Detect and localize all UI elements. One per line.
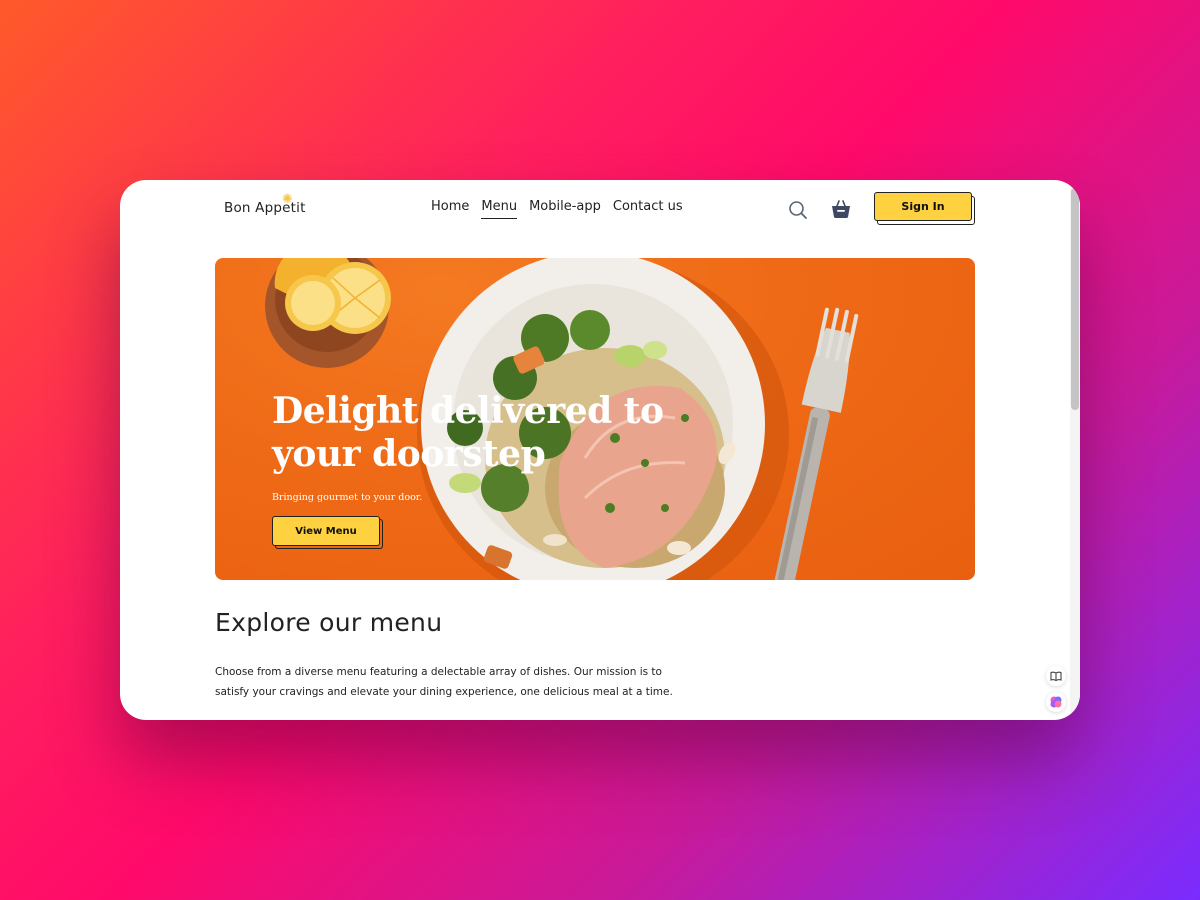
brain-icon[interactable] bbox=[1046, 692, 1066, 712]
sign-in-button[interactable]: Sign In bbox=[874, 192, 972, 221]
sign-in-wrapper: Sign In bbox=[874, 192, 976, 225]
nav-mobile-app-link[interactable]: Mobile-app bbox=[529, 199, 601, 219]
book-icon[interactable] bbox=[1046, 666, 1066, 686]
explore-description: Choose from a diverse menu featuring a d… bbox=[215, 666, 673, 698]
hero-subtitle: Bringing gourmet to your door. bbox=[272, 492, 423, 503]
scrollbar-thumb[interactable] bbox=[1071, 188, 1079, 410]
nav-menu-link[interactable]: Menu bbox=[481, 199, 518, 219]
browser-window: Bon Appetit ✺ Home Menu Mobile-app Conta… bbox=[120, 180, 1080, 720]
hero-title: Delight delivered to your doorstep bbox=[272, 390, 664, 475]
view-menu-button[interactable]: View Menu bbox=[272, 516, 380, 546]
scrollbar[interactable] bbox=[1070, 180, 1080, 720]
view-menu-wrapper: View Menu bbox=[272, 516, 386, 550]
explore-heading: Explore our menu bbox=[215, 608, 443, 637]
nav-contact-link[interactable]: Contact us bbox=[613, 199, 683, 219]
sun-icon: ✺ bbox=[282, 192, 293, 207]
basket-icon[interactable] bbox=[830, 198, 852, 220]
nav-home-link[interactable]: Home bbox=[431, 199, 469, 219]
hero-banner: Delight delivered to your doorstep Bring… bbox=[215, 258, 975, 580]
main-nav: Home Menu Mobile-app Contact us bbox=[431, 199, 683, 219]
search-icon[interactable] bbox=[788, 200, 808, 220]
brand-logo[interactable]: Bon Appetit bbox=[224, 200, 306, 216]
